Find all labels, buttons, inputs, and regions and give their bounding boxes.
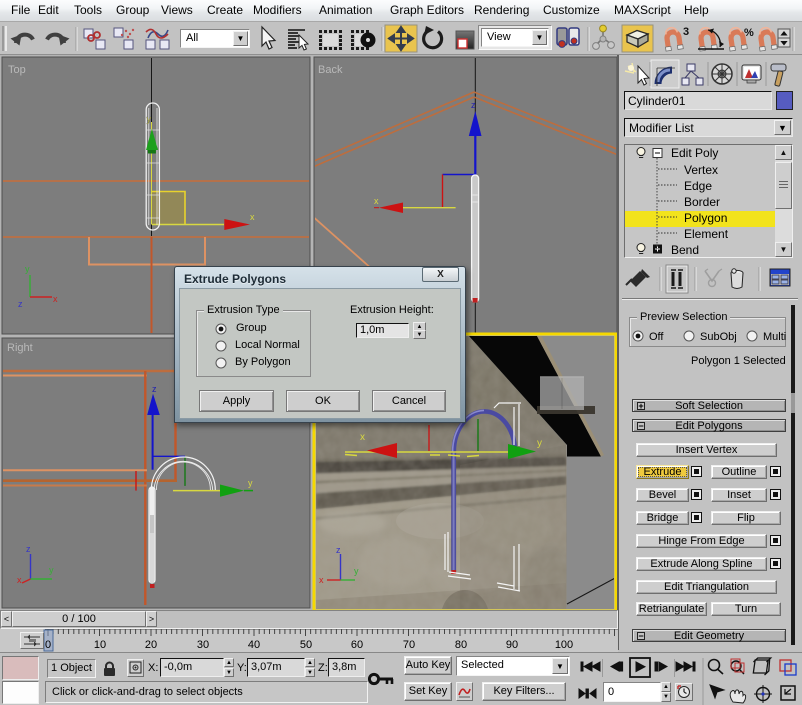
svg-text:50: 50 (300, 639, 312, 651)
svg-text:y: y (354, 566, 359, 576)
svg-text:x: x (319, 575, 324, 585)
svg-text:SubObj: SubObj (700, 331, 737, 343)
svg-text:x: x (53, 294, 58, 304)
svg-text:Top: Top (8, 64, 26, 76)
svg-text:x: x (374, 196, 379, 206)
svg-text:3: 3 (683, 26, 689, 38)
svg-text:y: y (537, 438, 542, 449)
svg-text:z: z (471, 100, 476, 110)
svg-text:y: y (25, 264, 30, 274)
svg-text:x: x (360, 432, 365, 443)
svg-text:z: z (18, 299, 23, 309)
svg-text:40: 40 (248, 639, 260, 651)
svg-text:30: 30 (197, 639, 209, 651)
svg-text:Back: Back (318, 64, 343, 76)
svg-text:80: 80 (455, 639, 467, 651)
svg-text:y: y (248, 478, 253, 488)
svg-text:10: 10 (94, 639, 106, 651)
svg-text:z: z (336, 545, 341, 555)
svg-text:90: 90 (506, 639, 518, 651)
svg-text:%: % (744, 27, 754, 39)
svg-text:Multi: Multi (763, 331, 786, 343)
svg-text:y: y (147, 114, 152, 124)
svg-text:20: 20 (145, 639, 157, 651)
svg-text:z: z (152, 384, 157, 394)
svg-text:60: 60 (351, 639, 363, 651)
svg-text:z: z (26, 544, 31, 554)
svg-text:y: y (49, 565, 54, 575)
svg-text:Off: Off (649, 331, 664, 343)
svg-text:x: x (17, 575, 22, 585)
svg-text:100: 100 (555, 639, 573, 651)
svg-text:70: 70 (403, 639, 415, 651)
svg-text:x: x (250, 212, 255, 222)
svg-text:0: 0 (45, 639, 51, 651)
svg-text:Right: Right (7, 342, 33, 354)
